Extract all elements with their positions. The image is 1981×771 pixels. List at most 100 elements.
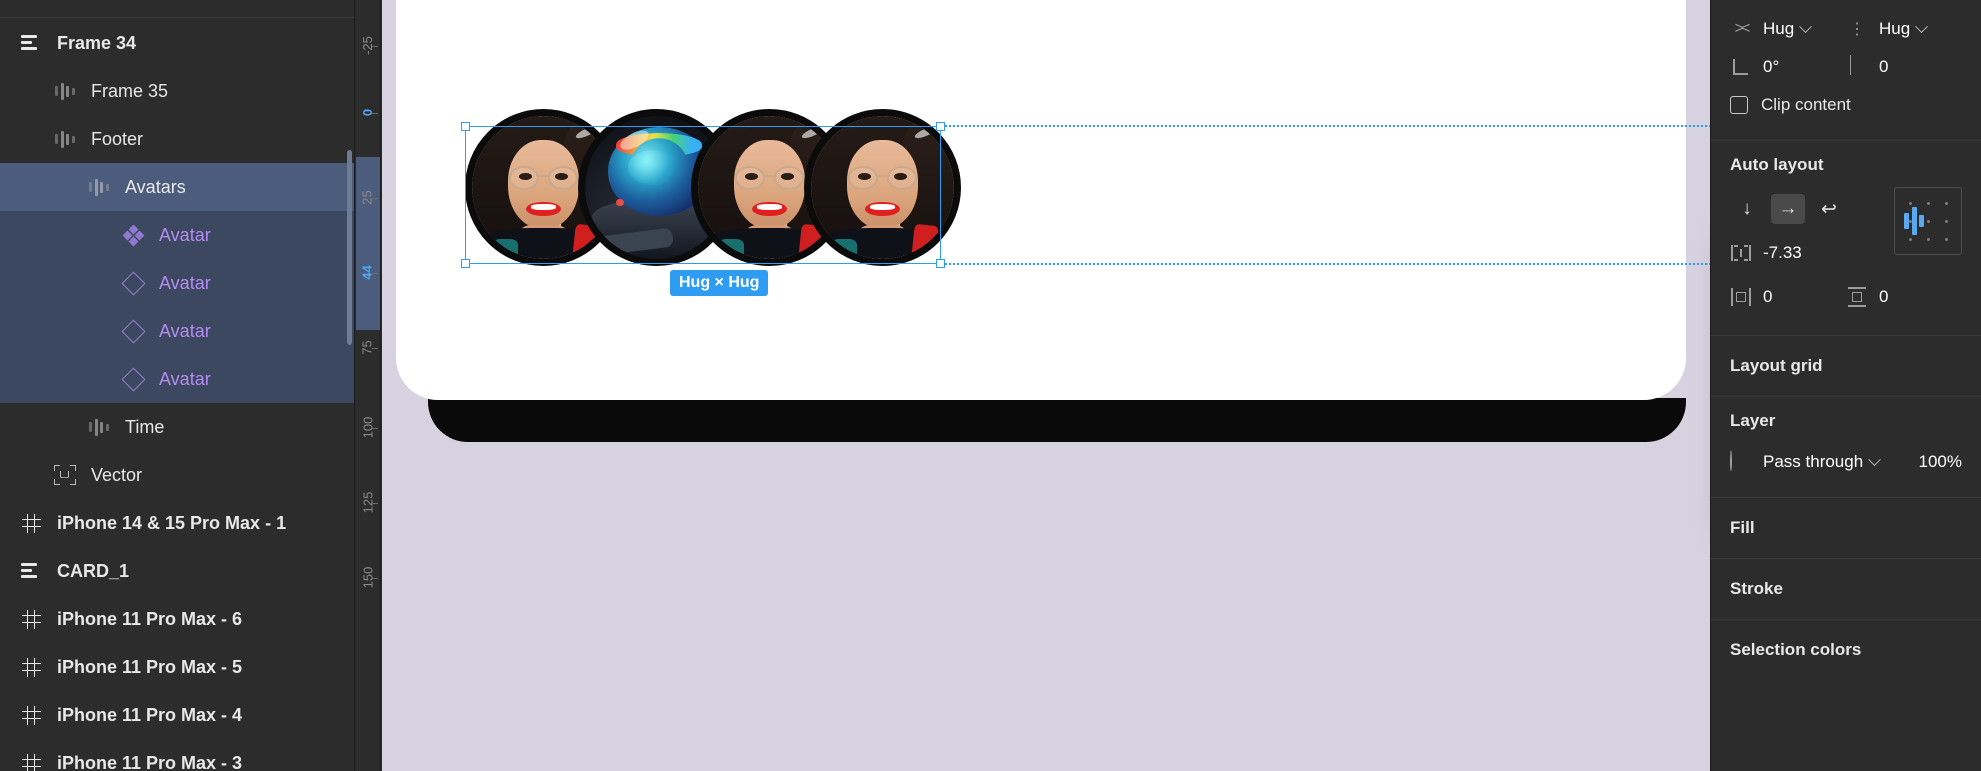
ruler-tick: 25 xyxy=(357,190,378,205)
fill-title: Fill xyxy=(1730,518,1755,537)
layer-row[interactable]: Avatars xyxy=(0,163,354,211)
layer-row[interactable]: Avatar xyxy=(0,259,354,307)
layer-row[interactable]: Frame 34 xyxy=(0,19,354,67)
padding-vertical-control[interactable]: 0 xyxy=(1846,286,1962,308)
frame-icon xyxy=(18,510,44,536)
component-icon xyxy=(120,222,146,248)
corner-radius-control[interactable]: 0 xyxy=(1846,55,1962,78)
layout-grid-section[interactable]: Layout grid xyxy=(1711,336,1981,397)
ruler-tick: 150 xyxy=(357,567,378,588)
selection-handle-bottom-left[interactable] xyxy=(461,259,470,268)
selection-handle-top-right[interactable] xyxy=(936,122,945,131)
direction-horizontal-button[interactable]: → xyxy=(1771,194,1805,224)
selection-bounding-box[interactable] xyxy=(461,122,945,268)
alignment-grid[interactable] xyxy=(1894,187,1962,255)
chevron-down-icon xyxy=(1915,19,1929,33)
layer-row[interactable]: Avatar xyxy=(0,355,354,403)
rotation-icon xyxy=(1730,56,1752,78)
padding-horizontal-control[interactable]: 0 xyxy=(1730,286,1846,308)
clip-content-row[interactable]: Clip content xyxy=(1711,86,1981,124)
alignment-indicator xyxy=(1904,207,1924,235)
layer-row[interactable]: Avatar xyxy=(0,211,354,259)
layers-panel: Frame 34 Frame 35 Footer Avatars Avatar Avata… xyxy=(0,0,355,771)
layer-row[interactable]: iPhone 11 Pro Max - 5 xyxy=(0,643,354,691)
stroke-title: Stroke xyxy=(1730,579,1783,598)
hug-width-icon: >< xyxy=(1734,20,1751,37)
layers-list: Frame 34 Frame 35 Footer Avatars Avatar Avata… xyxy=(0,19,354,771)
auto-layout-horizontal-icon xyxy=(52,78,78,104)
layer-row[interactable]: iPhone 11 Pro Max - 3 xyxy=(0,739,354,771)
layer-section: Layer Pass through 100% xyxy=(1711,397,1981,498)
opacity-value[interactable]: 100% xyxy=(1919,452,1962,472)
layers-scrollbar[interactable] xyxy=(347,150,352,345)
design-canvas[interactable]: task milestone. xyxy=(382,0,1710,771)
layer-label: Frame 35 xyxy=(91,80,169,101)
layer-label: Avatar xyxy=(159,320,211,341)
layer-row[interactable]: iPhone 11 Pro Max - 6 xyxy=(0,595,354,643)
rotation-value: 0° xyxy=(1763,57,1780,76)
corner-radius-value: 0 xyxy=(1879,57,1889,76)
layer-row[interactable]: Footer xyxy=(0,115,354,163)
layer-label: iPhone 11 Pro Max - 3 xyxy=(57,752,243,771)
height-control[interactable]: ⋮ Hug xyxy=(1846,18,1962,40)
layer-row[interactable]: iPhone 11 Pro Max - 4 xyxy=(0,691,354,739)
clip-content-label: Clip content xyxy=(1761,95,1851,114)
vertical-ruler[interactable]: -25 0 25 44 75 100 125 150 xyxy=(356,0,381,771)
frame-icon xyxy=(18,654,44,680)
layer-row[interactable]: Time xyxy=(0,403,354,451)
padding-horizontal-value: 0 xyxy=(1763,287,1773,306)
corner-radius-icon xyxy=(1846,55,1868,78)
layer-label: Frame 34 xyxy=(57,32,137,53)
layer-row[interactable]: CARD_1 xyxy=(0,547,354,595)
blend-mode-row[interactable]: Pass through 100% xyxy=(1711,443,1981,481)
layer-row[interactable]: Vector xyxy=(0,451,354,499)
padding-vertical-value: 0 xyxy=(1879,287,1889,306)
ruler-tick: 0 xyxy=(357,105,378,120)
gap-value: -7.33 xyxy=(1763,243,1802,262)
fill-section[interactable]: Fill xyxy=(1711,498,1981,559)
direction-wrap-button[interactable]: ↩ xyxy=(1812,194,1846,224)
clip-content-checkbox[interactable] xyxy=(1730,96,1748,114)
ruler-tick: 75 xyxy=(357,340,378,355)
auto-layout-horizontal-icon xyxy=(86,414,112,440)
layer-row[interactable]: Avatar xyxy=(0,307,354,355)
size-badge: Hug × Hug xyxy=(670,270,769,296)
selection-handle-top-left[interactable] xyxy=(461,122,470,131)
width-control[interactable]: >< Hug xyxy=(1730,18,1846,40)
layer-label: iPhone 11 Pro Max - 4 xyxy=(57,704,243,725)
auto-layout-vertical-icon xyxy=(18,30,44,56)
stroke-section[interactable]: Stroke xyxy=(1711,559,1981,620)
layer-row[interactable]: Frame 35 xyxy=(0,67,354,115)
padding-row: 0 0 xyxy=(1711,275,1981,319)
instance-icon xyxy=(120,270,146,296)
chevron-down-icon xyxy=(1868,452,1882,466)
direction-row: ↓ → ↩ xyxy=(1711,187,1894,231)
layer-label: Avatar xyxy=(159,272,211,293)
layer-label: Avatars xyxy=(125,176,186,197)
direction-vertical-button[interactable]: ↓ xyxy=(1730,194,1764,224)
gap-row[interactable]: -7.33 xyxy=(1711,231,1894,275)
auto-layout-section: Auto layout ↓ → ↩ -7.33 0 0 xyxy=(1711,141,1981,336)
blend-mode-value: Pass through xyxy=(1763,452,1864,471)
blend-mode-dropdown[interactable]: Pass through xyxy=(1763,452,1882,472)
height-dropdown[interactable]: Hug xyxy=(1879,19,1929,39)
hug-height-icon: ⋮ xyxy=(1849,21,1865,38)
blend-mode-icon xyxy=(1730,450,1752,473)
ruler-selection-highlight xyxy=(356,157,380,330)
rotation-control[interactable]: 0° xyxy=(1730,56,1846,78)
layout-grid-title: Layout grid xyxy=(1730,356,1823,375)
chevron-down-icon xyxy=(1799,19,1813,33)
layer-label: CARD_1 xyxy=(57,560,130,581)
instance-icon xyxy=(120,318,146,344)
layer-label: Avatar xyxy=(159,368,211,389)
alignment-guide-bottom xyxy=(941,263,1710,265)
width-dropdown[interactable]: Hug xyxy=(1763,19,1813,39)
selection-handle-bottom-right[interactable] xyxy=(936,259,945,268)
selection-colors-section[interactable]: Selection colors xyxy=(1711,620,1981,680)
layer-row[interactable]: iPhone 14 & 15 Pro Max - 1 xyxy=(0,499,354,547)
direction-buttons[interactable]: ↓ → ↩ xyxy=(1730,194,1846,224)
figma-window: Frame 34 Frame 35 Footer Avatars Avatar Avata… xyxy=(0,0,1981,771)
ruler-tick: 100 xyxy=(357,417,378,438)
auto-layout-vertical-icon xyxy=(18,558,44,584)
frame-icon xyxy=(18,750,44,771)
